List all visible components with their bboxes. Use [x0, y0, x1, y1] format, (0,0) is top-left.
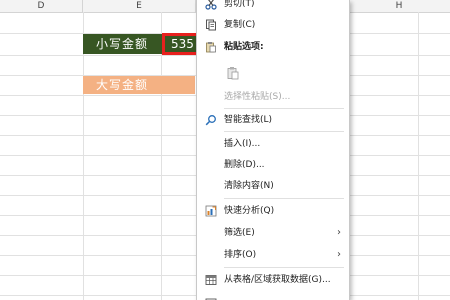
column-header-h[interactable]: H [348, 0, 450, 12]
menu-item-label: 快速分析(Q) [224, 206, 275, 216]
menu-separator [224, 131, 344, 132]
menu-item-smart-lookup[interactable]: 智能查找(L) [197, 110, 349, 130]
menu-item-label: 选择性粘贴(S)... [224, 92, 291, 102]
context-menu: 剪切(T) 复制(C) 粘贴选项: 选择性粘贴(S)... 智能查找(L) 插入… [196, 0, 350, 300]
menu-separator [224, 267, 344, 268]
menu-item-label: 插入(I)... [224, 139, 261, 149]
column-line [161, 12, 162, 300]
partial-icon [205, 296, 217, 300]
paste-option-icon [226, 66, 239, 80]
menu-item-label: 从表格/区域获取数据(G)... [224, 275, 331, 285]
menu-item-label: 清除内容(N) [224, 181, 274, 191]
column-line [418, 12, 419, 300]
menu-item-delete[interactable]: 删除(D)... [197, 155, 349, 175]
menu-item-filter[interactable]: 筛选(E) › [197, 223, 349, 243]
search-icon [205, 114, 217, 126]
menu-item-label: 剪切(T) [224, 0, 255, 9]
menu-item-paste-special[interactable]: 选择性粘贴(S)... [197, 87, 349, 107]
menu-item-quick-analysis[interactable]: 快速分析(Q) [197, 201, 349, 221]
menu-item-label: 删除(D)... [224, 160, 265, 170]
menu-item-label: 粘贴选项: [224, 42, 264, 52]
menu-separator [224, 198, 344, 199]
column-line [83, 12, 84, 300]
cell-upper-amount-label[interactable]: 大写金额 [83, 76, 161, 94]
menu-item-next-partial[interactable] [197, 292, 349, 300]
menu-item-label: 排序(O) [224, 250, 257, 260]
menu-item-copy[interactable]: 复制(C) [197, 15, 349, 35]
menu-item-paste-options-header: 粘贴选项: [197, 37, 349, 57]
cell-lower-amount-value-selected[interactable]: 535 [162, 33, 200, 55]
scissors-icon [205, 0, 217, 10]
menu-item-sort[interactable]: 排序(O) › [197, 245, 349, 265]
menu-item-label: 筛选(E) [224, 228, 255, 238]
column-header-d[interactable]: D [0, 0, 83, 12]
copy-icon [205, 19, 217, 31]
menu-item-cut[interactable]: 剪切(T) [197, 0, 349, 14]
table-icon [205, 274, 217, 286]
column-header-e[interactable]: E [83, 0, 196, 12]
menu-item-get-data-from-table[interactable]: 从表格/区域获取数据(G)... [197, 270, 349, 290]
menu-item-clear-contents[interactable]: 清除内容(N) [197, 176, 349, 196]
cell-orange-fill[interactable] [161, 76, 195, 94]
menu-separator [224, 108, 344, 109]
menu-item-label: 复制(C) [224, 20, 256, 30]
chevron-right-icon: › [337, 249, 341, 260]
menu-item-paste-default[interactable] [197, 60, 349, 86]
chevron-right-icon: › [337, 227, 341, 238]
quick-analysis-icon [205, 205, 217, 217]
menu-item-label: 智能查找(L) [224, 115, 273, 125]
menu-item-insert[interactable]: 插入(I)... [197, 134, 349, 154]
paste-icon [205, 41, 217, 53]
cell-lower-amount-label[interactable]: 小写金额 [83, 34, 161, 54]
